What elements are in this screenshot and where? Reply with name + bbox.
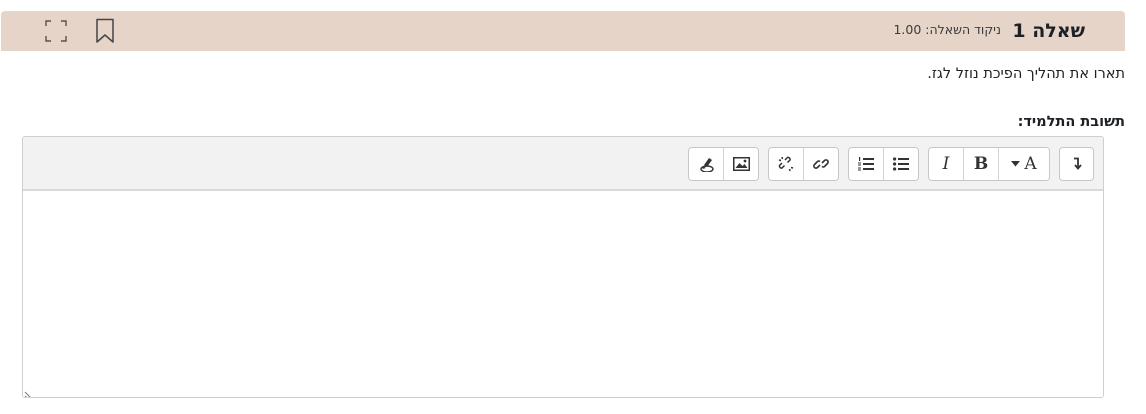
image-icon — [732, 157, 750, 171]
link-icon — [813, 156, 829, 172]
toolbar-group-more — [1059, 147, 1094, 181]
unlink-button[interactable] — [769, 148, 803, 180]
editor-toolbar: I B A — [23, 137, 1103, 191]
flag-bookmark-icon[interactable] — [91, 17, 119, 45]
bold-icon: B — [973, 154, 989, 174]
italic-icon: I — [942, 154, 950, 174]
question-grade: ניקוד השאלה: 1.00 — [893, 22, 1001, 37]
unordered-list-button[interactable] — [883, 148, 918, 180]
record-media-button[interactable] — [689, 148, 723, 180]
question-page: שאלה 1 ניקוד השאלה: 1.00 תארו את תהליך ה… — [0, 0, 1146, 414]
resize-handle-icon[interactable] — [24, 386, 34, 397]
question-text: תארו את תהליך הפיכת נוזל לגז. — [927, 66, 1125, 82]
ordered-list-button[interactable] — [849, 148, 883, 180]
show-more-icon — [1071, 157, 1083, 171]
font-color-icon: A — [1024, 154, 1037, 174]
unordered-list-icon — [893, 157, 909, 171]
chevron-down-icon — [1011, 161, 1021, 167]
record-media-icon — [698, 156, 715, 172]
font-color-button[interactable]: A — [998, 148, 1049, 180]
image-button[interactable] — [723, 148, 758, 180]
link-button[interactable] — [803, 148, 838, 180]
unlink-icon — [778, 156, 794, 172]
ordered-list-icon — [858, 157, 874, 171]
toolbar-group-lists — [848, 147, 919, 181]
answer-textarea[interactable] — [23, 191, 1103, 397]
italic-button[interactable]: I — [929, 148, 963, 180]
bold-button[interactable]: B — [963, 148, 998, 180]
fullscreen-icon[interactable] — [42, 17, 70, 45]
question-header: שאלה 1 ניקוד השאלה: 1.00 — [1, 11, 1125, 51]
toolbar-group-media — [688, 147, 759, 181]
toolbar-group-links — [768, 147, 839, 181]
show-more-button[interactable] — [1060, 148, 1093, 180]
toolbar-group-format: I B A — [928, 147, 1050, 181]
answer-label: תשובת התלמיד: — [1017, 114, 1125, 130]
question-title: שאלה 1 — [1012, 20, 1085, 42]
answer-editor: I B A — [22, 136, 1104, 398]
